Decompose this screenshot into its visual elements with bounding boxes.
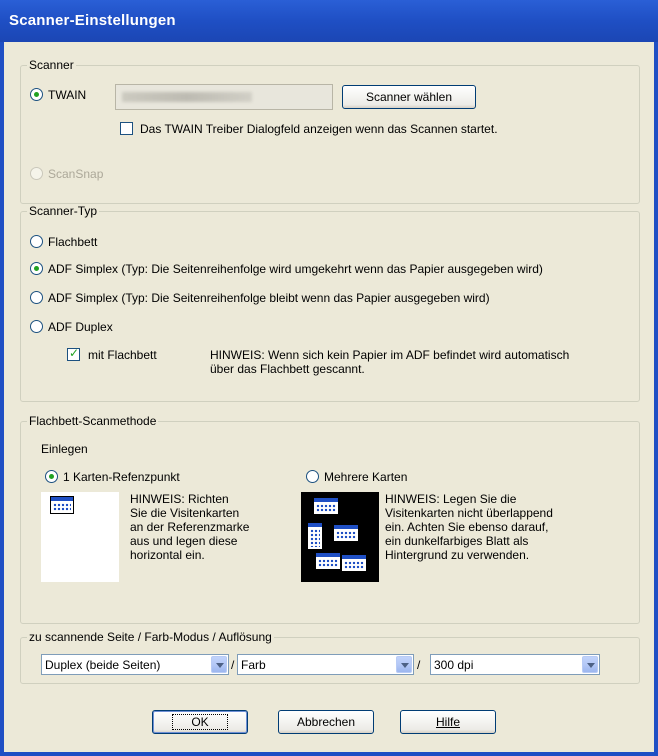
dropdown-arrow-icon[interactable]: [582, 656, 598, 673]
scan-options-legend: zu scannende Seite / Farb-Modus / Auflös…: [29, 630, 272, 644]
flatbed-fallback-note: HINWEIS: Wenn sich kein Papier im ADF be…: [210, 348, 570, 376]
select-scanner-button[interactable]: Scanner wählen: [342, 85, 476, 109]
cancel-button[interactable]: Abbrechen: [278, 710, 374, 734]
single-card-radio[interactable]: [45, 470, 58, 483]
separator-1: /: [231, 658, 235, 672]
adf-simplex-keep-radio[interactable]: [30, 291, 43, 304]
separator-2: /: [417, 658, 421, 672]
title-bar[interactable]: Scanner-Einstellungen: [0, 0, 658, 42]
adf-simplex-reverse-radio[interactable]: [30, 262, 43, 275]
multi-card-radio[interactable]: [306, 470, 319, 483]
window-title: Scanner-Einstellungen: [9, 12, 176, 29]
adf-duplex-label: ADF Duplex: [48, 320, 113, 334]
insert-label: Einlegen: [41, 442, 88, 456]
show-twain-dialog-label: Das TWAIN Treiber Dialogfeld anzeigen we…: [140, 122, 498, 136]
help-button[interactable]: Hilfe: [400, 710, 496, 734]
show-twain-dialog-checkbox[interactable]: [120, 122, 133, 135]
card-icon: [50, 496, 74, 514]
scanner-group-legend: Scanner: [29, 58, 74, 72]
single-card-label: 1 Karten-Refenzpunkt: [63, 470, 180, 484]
flatbed-method-legend: Flachbett-Scanmethode: [29, 414, 157, 428]
adf-simplex-keep-label: ADF Simplex (Typ: Die Seitenreihenfolge …: [48, 291, 490, 305]
resolution-select[interactable]: 300 dpi: [430, 654, 600, 675]
window-frame-bottom: [0, 752, 658, 756]
multi-card-label: Mehrere Karten: [324, 470, 408, 484]
adf-simplex-reverse-label: ADF Simplex (Typ: Die Seitenreihenfolge …: [48, 262, 543, 276]
scansnap-label: ScanSnap: [48, 167, 104, 181]
multi-card-note: HINWEIS: Legen Sie die Visitenkarten nic…: [385, 492, 553, 562]
multi-card-illustration: [301, 492, 379, 582]
dropdown-arrow-icon[interactable]: [396, 656, 412, 673]
single-card-illustration: [41, 492, 119, 582]
dropdown-arrow-icon[interactable]: [211, 656, 227, 673]
adf-duplex-radio[interactable]: [30, 320, 43, 333]
color-mode-select[interactable]: Farb: [237, 654, 414, 675]
ok-button[interactable]: OK: [152, 710, 248, 734]
flatbed-radio[interactable]: [30, 235, 43, 248]
twain-label: TWAIN: [48, 88, 87, 102]
dialog-client: Scanner TWAIN Scanner wählen Das TWAIN T…: [4, 42, 654, 752]
twain-radio[interactable]: [30, 88, 43, 101]
scanner-type-legend: Scanner-Typ: [29, 204, 98, 218]
with-flatbed-label: mit Flachbett: [88, 348, 157, 362]
scansnap-radio[interactable]: [30, 167, 43, 180]
with-flatbed-checkbox[interactable]: [67, 346, 80, 361]
twain-device-field: [115, 84, 333, 110]
flatbed-label: Flachbett: [48, 235, 98, 249]
side-select[interactable]: Duplex (beide Seiten): [41, 654, 229, 675]
single-card-note: HINWEIS: Richten Sie die Visitenkarten a…: [130, 492, 250, 562]
window-frame-right: [654, 42, 658, 756]
